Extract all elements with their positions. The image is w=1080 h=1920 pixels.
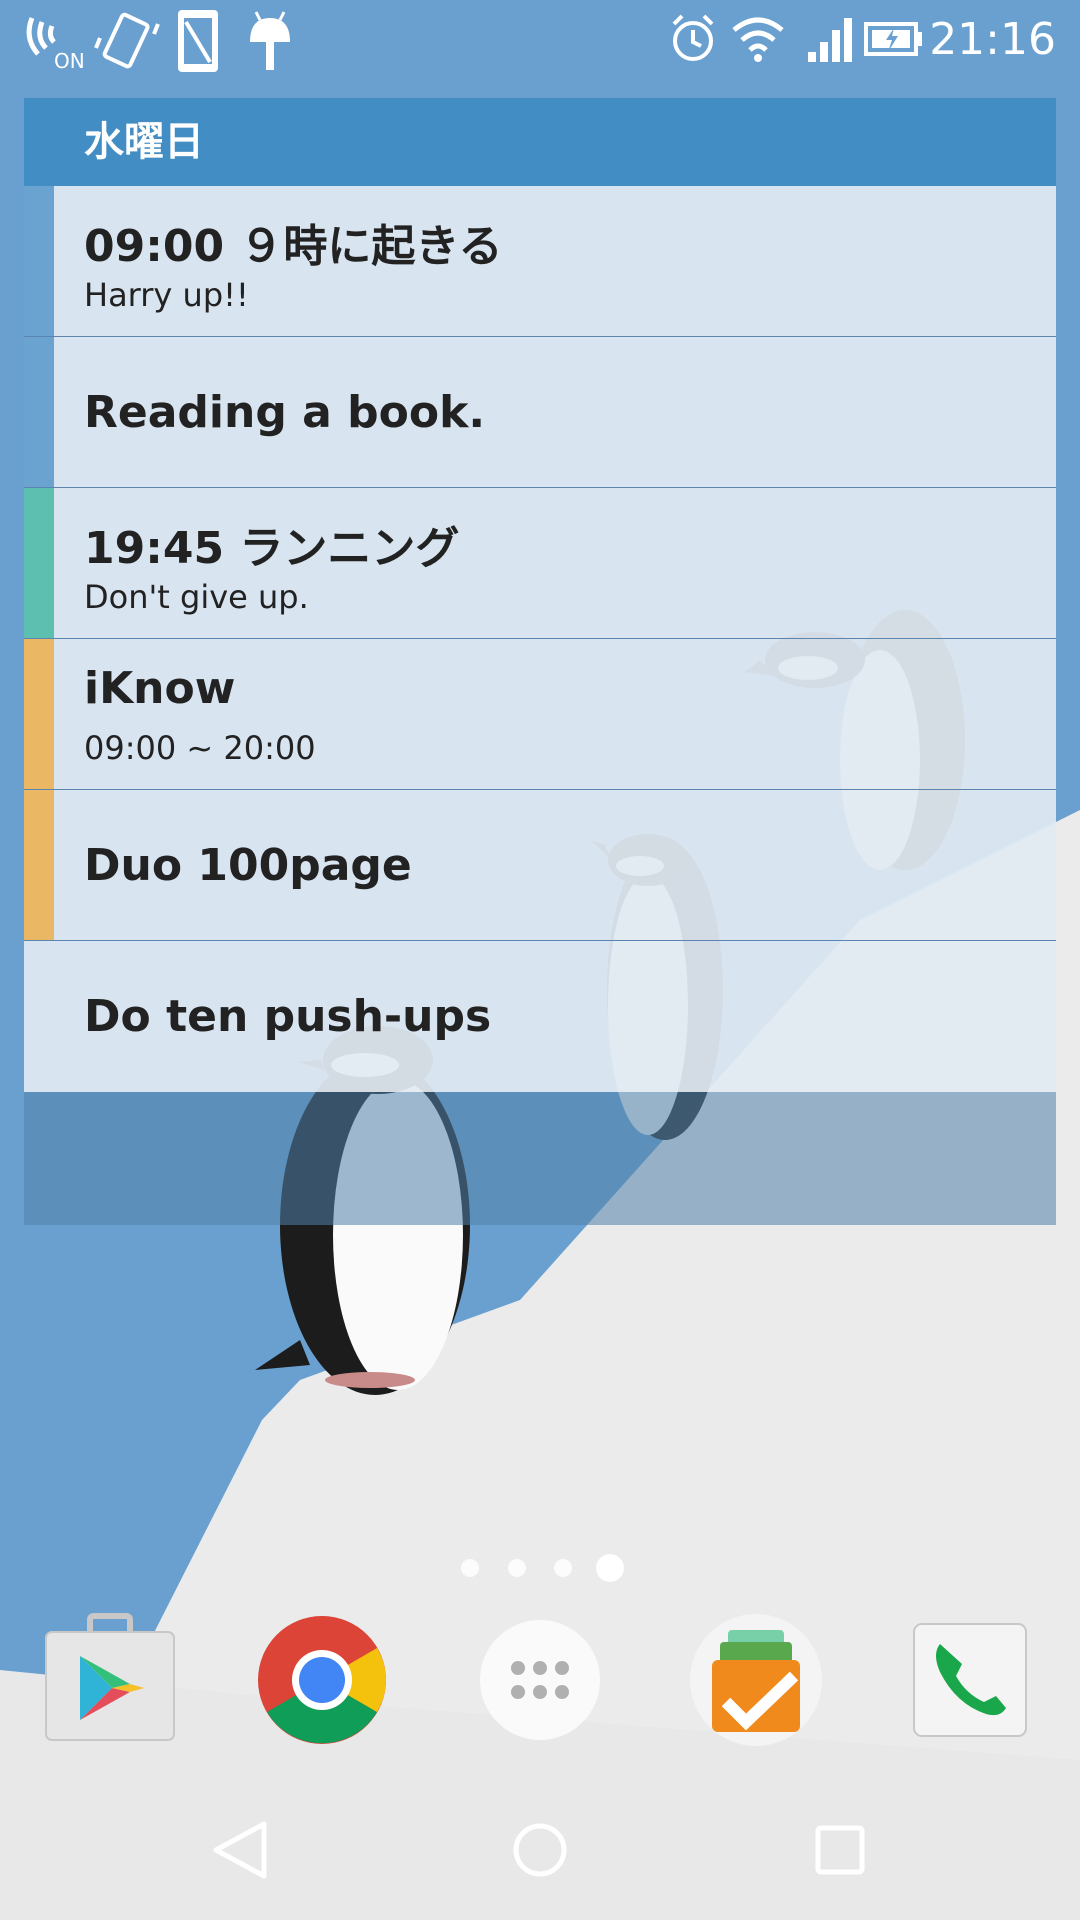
status-clock: 21:16 xyxy=(929,14,1056,65)
phone-icon[interactable] xyxy=(900,1610,1040,1750)
event-title: 09:00 ９時に起きる xyxy=(84,221,503,272)
event-subtitle: 09:00 ~ 20:00 xyxy=(84,729,316,767)
event-title: Duo 100page xyxy=(84,840,412,891)
event-item[interactable]: 09:00 ９時に起きる Harry up!! xyxy=(24,186,1056,337)
page-dot-active xyxy=(596,1554,624,1582)
back-icon[interactable] xyxy=(200,1810,280,1890)
event-title: Do ten push-ups xyxy=(84,991,492,1042)
event-color-stripe xyxy=(24,488,54,638)
signal-icon xyxy=(808,18,852,62)
event-item[interactable]: iKnow 09:00 ~ 20:00 xyxy=(24,639,1056,790)
calendar-widget[interactable]: 水曜日 09:00 ９時に起きる Harry up!! Reading a bo… xyxy=(24,98,1056,1225)
app-drawer-icon[interactable] xyxy=(470,1610,610,1750)
screen-rotation-icon xyxy=(178,10,218,72)
event-color-stripe xyxy=(24,639,54,789)
home-icon[interactable] xyxy=(500,1810,580,1890)
event-item[interactable]: Duo 100page xyxy=(24,790,1056,941)
event-color-stripe xyxy=(24,337,54,487)
event-title: 19:45 ランニング xyxy=(84,523,460,574)
event-subtitle: Don't give up. xyxy=(84,578,309,616)
battery-charging-icon xyxy=(864,22,922,56)
event-item[interactable]: 19:45 ランニング Don't give up. xyxy=(24,488,1056,639)
status-bar: ON 21:16 xyxy=(0,0,1080,80)
event-item[interactable]: Do ten push-ups xyxy=(24,941,1056,1092)
page-dot xyxy=(461,1559,479,1577)
event-subtitle: Harry up!! xyxy=(84,276,249,314)
android-debug-icon xyxy=(250,11,290,70)
page-dot xyxy=(554,1559,572,1577)
event-title: Reading a book. xyxy=(84,387,486,438)
wifi-icon xyxy=(732,17,784,62)
event-color-stripe xyxy=(24,186,54,336)
nfc-label: ON xyxy=(54,49,85,72)
nfc-on-icon: ON xyxy=(26,17,85,72)
widget-day-header[interactable]: 水曜日 xyxy=(24,98,1056,186)
page-dot xyxy=(508,1559,526,1577)
event-color-stripe xyxy=(24,790,54,940)
event-title: iKnow xyxy=(84,663,236,714)
recents-icon[interactable] xyxy=(800,1810,880,1890)
event-item[interactable]: Reading a book. xyxy=(24,337,1056,488)
widget-empty-area[interactable] xyxy=(24,1092,1056,1225)
alarm-icon xyxy=(672,14,714,61)
chrome-icon[interactable] xyxy=(252,1610,392,1750)
task-app-icon[interactable] xyxy=(686,1610,826,1750)
play-store-icon[interactable] xyxy=(40,1610,180,1750)
vibrate-icon xyxy=(94,12,160,69)
page-indicator xyxy=(0,1553,1080,1583)
